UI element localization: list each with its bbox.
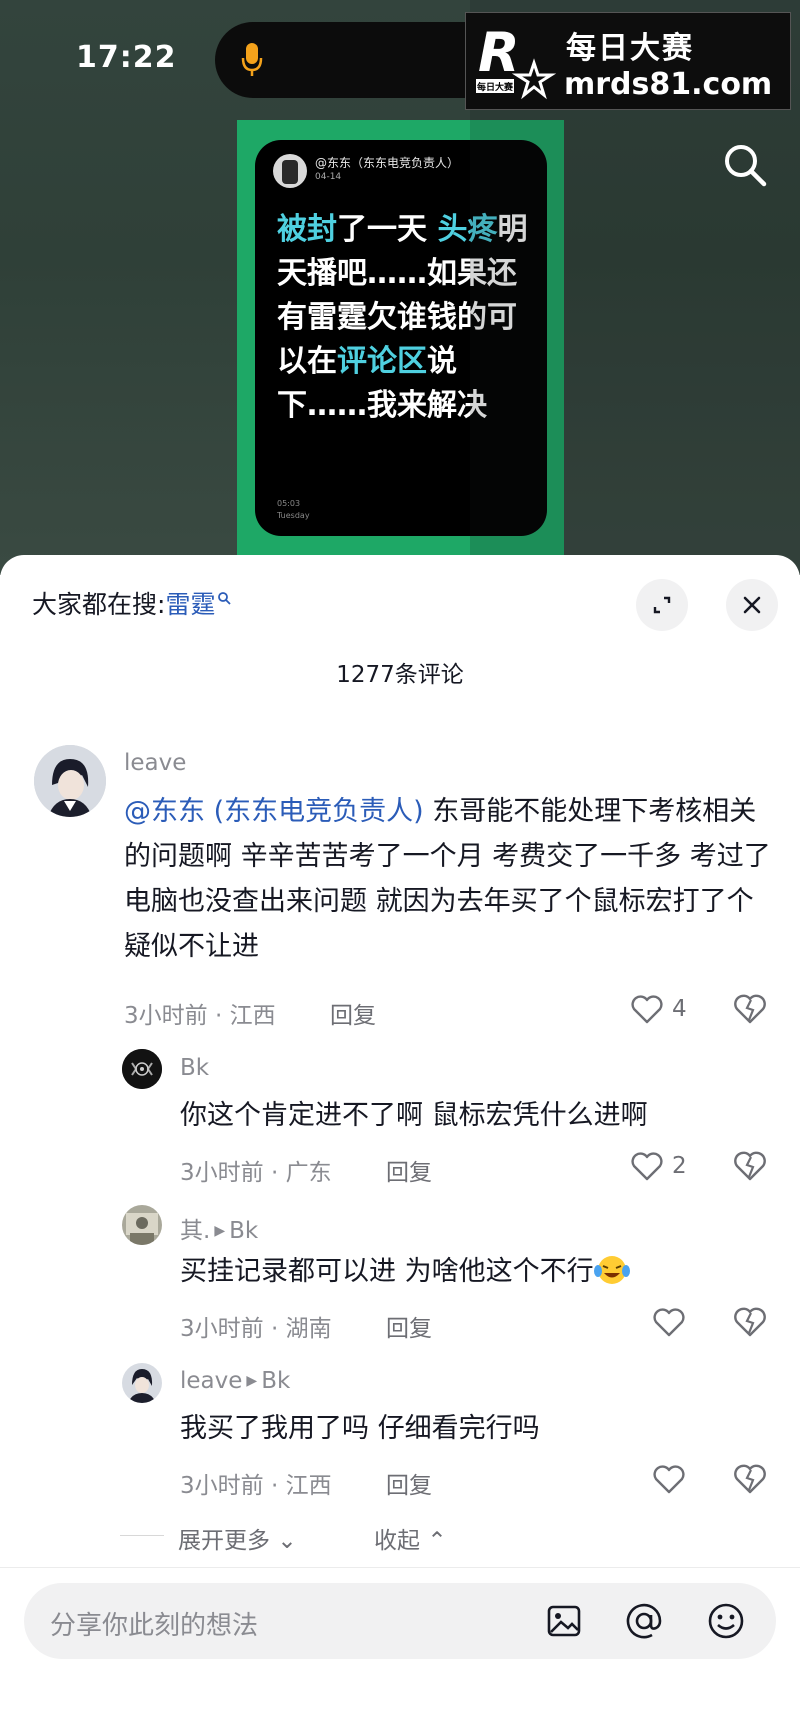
comment-time-location: 3小时前 · 江西 [124, 1003, 276, 1029]
chevron-up-icon: ⌃ [427, 1528, 447, 1554]
avatar[interactable] [122, 1363, 162, 1403]
post-footer: 05:03 Tuesday [277, 499, 310, 520]
comment-username[interactable]: leave [124, 750, 186, 776]
avatar[interactable] [122, 1049, 162, 1089]
heart-icon[interactable] [652, 1465, 686, 1495]
comment-text: 买挂记录都可以进 为啥他这个不行 [180, 1249, 770, 1294]
reply-arrow-icon: ▶ [214, 1223, 226, 1239]
comment-input-bar[interactable]: 分享你此刻的想法 [24, 1583, 776, 1659]
collapse-button[interactable]: 收起 ⌃ [374, 1521, 447, 1555]
watermark-url: mrds81.com [564, 67, 773, 102]
comment-username[interactable]: 其. ▶ Bk [180, 1211, 258, 1245]
reply-button[interactable]: 回复 [386, 1309, 432, 1343]
search-icon[interactable] [722, 142, 768, 188]
trending-search[interactable]: 大家都在搜:雷霆 [32, 585, 232, 621]
reply-button[interactable]: 回复 [386, 1153, 432, 1187]
comment-time-location: 3小时前 · 江西 [180, 1473, 332, 1499]
watermark-title: 每日大赛 [566, 31, 694, 66]
post-author: @东东（东东电竞负责人） [315, 156, 460, 170]
mention-link[interactable]: @东东 (东东电竞负责人) [124, 796, 424, 827]
svg-text:每日大赛: 每日大赛 [477, 81, 514, 93]
comment-text: 我买了我用了吗 仔细看完行吗 [180, 1413, 540, 1444]
comment-time-location: 3小时前 · 广东 [180, 1160, 332, 1186]
comment-sheet: 大家都在搜:雷霆 1277条评论 leave @东东 (东东电竞负责人) 东哥能… [0, 555, 800, 1736]
post-card: @东东（东东电竞负责人） 04-14 被封了一天 头疼明天播吧……如果还有雷霆欠… [255, 140, 547, 536]
heart-icon[interactable] [630, 995, 664, 1025]
reply-button[interactable]: 回复 [330, 996, 376, 1030]
post-avatar [273, 154, 307, 188]
post-date: 04-14 [315, 172, 342, 182]
watermark-logo: R 每日大赛 [476, 21, 556, 100]
mic-icon [241, 43, 263, 76]
heart-icon[interactable] [630, 1152, 664, 1182]
laughing-crying-emoji-icon [593, 1256, 630, 1284]
post-text: 被封了一天 头疼明天播吧……如果还有雷霆欠谁钱的可以在评论区说下……我来解决 [277, 212, 528, 423]
expand-more-button[interactable]: 展开更多 ⌄ [178, 1521, 297, 1555]
avatar[interactable] [34, 745, 106, 817]
comment-text: 你这个肯定进不了啊 鼠标宏凭什么进啊 [180, 1100, 648, 1131]
dislike-icon[interactable] [734, 1150, 766, 1182]
avatar[interactable] [122, 1205, 162, 1245]
dislike-icon[interactable] [734, 993, 766, 1025]
search-small-icon [218, 592, 232, 605]
comment-text: @东东 (东东电竞负责人) 东哥能不能处理下考核相关的问题啊 辛辛苦苦考了一个月… [124, 796, 771, 962]
at-icon[interactable] [624, 1601, 664, 1641]
expand-icon [653, 596, 671, 614]
comment-username[interactable]: leave ▶ Bk [180, 1368, 290, 1394]
post-image[interactable]: @东东（东东电竞负责人） 04-14 被封了一天 头疼明天播吧……如果还有雷霆欠… [237, 120, 564, 575]
video-area[interactable]: 17:22 R 每日大赛 每日大赛 mrds81.com @东东（东东电竞负责人… [0, 0, 800, 575]
comment-input-placeholder[interactable]: 分享你此刻的想法 [50, 1605, 258, 1642]
close-icon [743, 596, 761, 614]
expand-button[interactable] [636, 579, 688, 631]
close-button[interactable] [726, 579, 778, 631]
reply-arrow-icon: ▶ [246, 1373, 258, 1389]
like-count: 4 [672, 996, 687, 1022]
image-icon[interactable] [544, 1601, 584, 1641]
comment-count: 1277条评论 [336, 662, 464, 688]
divider-short [120, 1535, 164, 1536]
like-count: 2 [672, 1153, 687, 1179]
dislike-icon[interactable] [734, 1306, 766, 1338]
reply-button[interactable]: 回复 [386, 1466, 432, 1500]
dislike-icon[interactable] [734, 1463, 766, 1495]
comment-username[interactable]: Bk [180, 1055, 209, 1081]
emoji-icon[interactable] [706, 1601, 746, 1641]
chevron-down-icon: ⌄ [277, 1528, 297, 1554]
divider [0, 1567, 800, 1568]
watermark: R 每日大赛 每日大赛 mrds81.com [465, 12, 791, 110]
heart-icon[interactable] [652, 1308, 686, 1338]
comment-time-location: 3小时前 · 湖南 [180, 1316, 332, 1342]
status-time: 17:22 [76, 40, 177, 75]
svg-text:R: R [478, 21, 520, 84]
trending-keyword[interactable]: 雷霆 [165, 590, 215, 619]
